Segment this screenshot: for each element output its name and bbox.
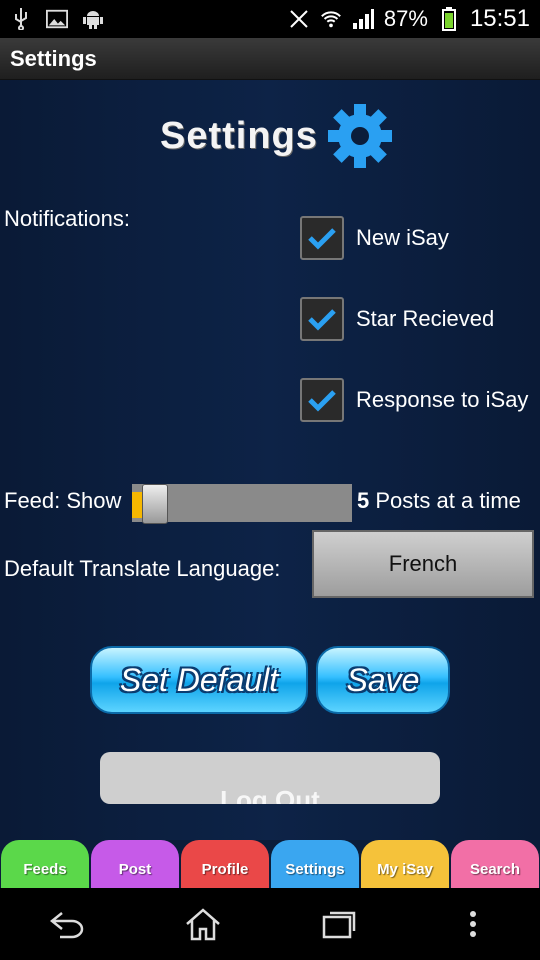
- system-nav-bar: [0, 888, 540, 960]
- clock: 15:51: [469, 5, 530, 32]
- battery-icon: [438, 7, 460, 31]
- language-select-button[interactable]: French: [312, 530, 534, 598]
- recents-icon: [322, 911, 355, 939]
- feed-label: Feed: Show: [4, 488, 122, 513]
- recents-button[interactable]: [308, 899, 368, 949]
- slider-thumb[interactable]: [142, 484, 168, 524]
- notify-new-isay-label: New iSay: [356, 225, 449, 250]
- feed-count-slider[interactable]: [132, 484, 352, 524]
- battery-percent: 87%: [383, 6, 428, 31]
- feed-count-value: 5: [357, 488, 370, 513]
- notify-response-checkbox[interactable]: [300, 378, 344, 422]
- notify-star-received-label: Star Recieved: [356, 306, 495, 331]
- image-icon: [46, 8, 68, 30]
- notify-star-received-option[interactable]: Star Recieved: [300, 297, 494, 341]
- notify-new-isay-checkbox[interactable]: [300, 216, 344, 260]
- notify-new-isay-option[interactable]: New iSay: [300, 216, 449, 260]
- gear-icon: [327, 104, 392, 168]
- back-icon: [49, 912, 83, 939]
- tab-search[interactable]: Search: [451, 840, 539, 888]
- checkmark-icon: [308, 228, 336, 250]
- notify-response-option[interactable]: Response to iSay: [300, 378, 528, 422]
- vibrate-off-icon: [288, 8, 310, 30]
- tab-profile[interactable]: Profile: [181, 840, 269, 888]
- home-button[interactable]: [173, 899, 233, 949]
- back-button[interactable]: [38, 899, 98, 949]
- feed-count-suffix: Posts at a time: [375, 488, 521, 513]
- settings-content: Settings Notifications: New iSay Star Re…: [0, 80, 540, 840]
- home-icon: [185, 908, 220, 941]
- overflow-menu-icon: [469, 911, 476, 937]
- logout-button[interactable]: Log Out: [100, 752, 440, 804]
- checkmark-icon: [308, 309, 336, 331]
- tab-settings[interactable]: Settings: [271, 840, 359, 888]
- settings-logo: Settings: [160, 100, 396, 172]
- notify-star-received-checkbox[interactable]: [300, 297, 344, 341]
- tab-my-isay[interactable]: My iSay: [361, 840, 449, 888]
- set-default-button[interactable]: Set Default: [90, 646, 308, 714]
- notifications-label: Notifications:: [4, 206, 130, 231]
- android-icon: [82, 8, 104, 30]
- menu-button[interactable]: [443, 899, 503, 949]
- save-button[interactable]: Save: [316, 646, 450, 714]
- action-bar: Settings: [0, 38, 540, 80]
- feed-count-text: 5 Posts at a time: [357, 488, 521, 514]
- bottom-tab-bar: Feeds Post Profile Settings My iSay Sear…: [0, 840, 540, 888]
- action-bar-title: Settings: [10, 45, 97, 71]
- logout-label: Log Out: [220, 785, 320, 804]
- status-bar: 87% 15:51: [0, 0, 540, 38]
- wifi-icon: [320, 8, 342, 30]
- settings-logo-text: Settings: [160, 114, 318, 157]
- language-label: Default Translate Language:: [4, 556, 281, 581]
- screen: 87% 15:51 Settings Settings Notification…: [0, 0, 540, 960]
- notify-response-label: Response to iSay: [356, 387, 529, 412]
- checkmark-icon: [308, 390, 336, 412]
- tab-feeds[interactable]: Feeds: [1, 840, 89, 888]
- usb-icon: [10, 8, 32, 30]
- tab-post[interactable]: Post: [91, 840, 179, 888]
- signal-icon: [352, 8, 374, 30]
